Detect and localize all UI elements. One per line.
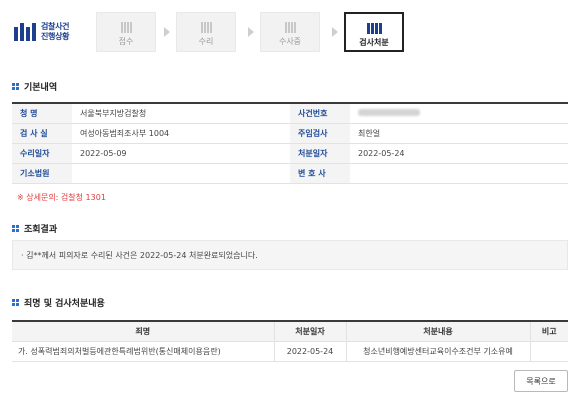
label-prosecutor-office: 검 사 실 (12, 123, 72, 144)
value-lawyer (350, 163, 568, 184)
cell-disposition-date: 2022-05-24 (274, 341, 347, 362)
table-row: 가. 성폭력범죄의처벌등에관한특례법위반(통신매체이용음란) 2022-05-2… (12, 341, 568, 362)
arrow-right-icon (332, 27, 338, 37)
basic-info-table: 청 명 서울북부지방검찰청 사건번호 검 사 실 여성아동범죄조사부 1004 … (12, 102, 568, 184)
section-title-text: 죄명 및 검사처분내용 (24, 299, 105, 309)
progress-title-line1: 검찰사건 (41, 22, 70, 31)
arrow-right-icon (164, 27, 170, 37)
section-result-title: 조회결과 (12, 222, 57, 235)
cell-remark (530, 341, 568, 362)
value-chief-prosecutor: 최한얼 (350, 123, 568, 144)
step-label: 수사중 (278, 37, 302, 46)
value-case-number (350, 103, 568, 124)
step-investigating: 수사중 (260, 12, 320, 52)
header-disposition-date: 처분일자 (274, 321, 347, 342)
value-prosecutor-office: 여성아동범죄조사부 1004 (72, 123, 290, 144)
table-row: 청 명 서울북부지방검찰청 사건번호 (12, 103, 568, 124)
progress-logo: 검찰사건 진행상황 (14, 18, 90, 46)
section-basic-info-title: 기본내역 (12, 80, 57, 93)
label-chief-prosecutor: 주임검사 (290, 123, 350, 144)
bar-chart-icon (14, 23, 36, 41)
step-received: 접수 (96, 12, 156, 52)
step-label: 검사처분 (359, 38, 389, 47)
label-court: 기소법원 (12, 163, 72, 184)
offense-table: 죄명 처분일자 처분내용 비고 가. 성폭력범죄의처벌등에관한특례법위반(통신매… (12, 320, 568, 362)
redacted-case-number (358, 108, 420, 116)
section-title-text: 기본내역 (24, 83, 58, 93)
table-row: 검 사 실 여성아동범죄조사부 1004 주임검사 최한얼 (12, 123, 568, 144)
value-receipt-date: 2022-05-09 (72, 143, 290, 164)
table-row: 기소법원 변 호 사 (12, 163, 568, 184)
label-office: 청 명 (12, 103, 72, 124)
label-receipt-date: 수리일자 (12, 143, 72, 164)
step-icon (97, 22, 155, 33)
result-box: · 김**께서 피의자로 수리된 사건은 2022-05-24 처분완료되었습니… (12, 240, 568, 270)
cell-disposition: 청소년비행예방센터교육이수조건부 기소유예 (346, 341, 531, 362)
progress-title-line2: 진행상황 (41, 32, 70, 41)
table-row: 수리일자 2022-05-09 처분일자 2022-05-24 (12, 143, 568, 164)
label-disposition-date: 처분일자 (290, 143, 350, 164)
step-accepted: 수리 (176, 12, 236, 52)
section-title-text: 조회결과 (24, 225, 58, 235)
contact-note: ※ 상세문의: 검찰청 1301 (17, 193, 106, 202)
step-label: 접수 (118, 37, 134, 46)
table-header-row: 죄명 처분일자 처분내용 비고 (12, 321, 568, 342)
grid-bullet-icon (12, 83, 19, 90)
progress-tracker: 검찰사건 진행상황 접수 수리 수사중 검사처분 (14, 12, 434, 52)
step-icon (346, 23, 402, 34)
step-prosecutor-disposition: 검사처분 (344, 12, 404, 52)
cell-crime: 가. 성폭력범죄의처벌등에관한특례법위반(통신매체이용음란) (12, 341, 275, 362)
arrow-right-icon (248, 27, 254, 37)
grid-bullet-icon (12, 299, 19, 306)
result-text: · 김**께서 피의자로 수리된 사건은 2022-05-24 처분완료되었습니… (21, 250, 258, 260)
grid-bullet-icon (12, 225, 19, 232)
header-remark: 비고 (530, 321, 568, 342)
header-crime: 죄명 (12, 321, 275, 342)
step-label: 수리 (198, 37, 214, 46)
label-lawyer: 변 호 사 (290, 163, 350, 184)
step-icon (261, 22, 319, 33)
back-to-list-button[interactable]: 목록으로 (514, 370, 568, 392)
value-office: 서울북부지방검찰청 (72, 103, 290, 124)
value-disposition-date: 2022-05-24 (350, 143, 568, 164)
value-court (72, 163, 290, 184)
section-offense-title: 죄명 및 검사처분내용 (12, 296, 105, 309)
step-icon (177, 22, 235, 33)
label-case-number: 사건번호 (290, 103, 350, 124)
header-disposition: 처분내용 (346, 321, 531, 342)
